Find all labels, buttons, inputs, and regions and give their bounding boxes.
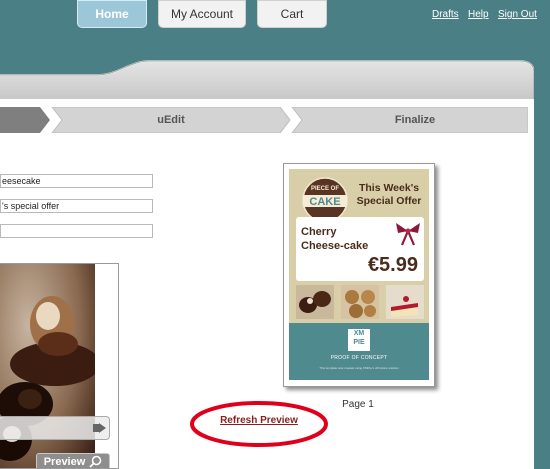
preview-image-button[interactable]: Preview xyxy=(36,453,110,468)
svg-text:CAKE: CAKE xyxy=(309,196,340,208)
ribbon-bow-icon xyxy=(396,223,420,246)
price-box: Cherry Cheese-cake €5.99 xyxy=(296,217,424,281)
right-margin xyxy=(534,59,550,469)
step-current xyxy=(0,107,50,133)
preview-product: Cherry Cheese-cake xyxy=(301,226,369,252)
next-arrow-icon[interactable] xyxy=(99,423,106,433)
svg-text:PIECE OF: PIECE OF xyxy=(311,186,339,192)
document-preview[interactable]: PIECE OF CAKE This Week's Special Offer … xyxy=(283,163,435,387)
panel-header-curve xyxy=(0,60,534,99)
preview-footer: XM PIE PROOF OF CONCEPT This template wa… xyxy=(289,323,429,380)
product-name-field[interactable]: eesecake xyxy=(0,174,153,188)
image-selector[interactable]: Preview xyxy=(0,263,119,469)
home-tab[interactable]: Home xyxy=(77,0,147,28)
preview-headline: This Week's Special Offer xyxy=(356,182,422,207)
next-arrow-stem xyxy=(93,424,99,432)
sign-out-link[interactable]: Sign Out xyxy=(498,9,537,20)
dessert-thumbnails xyxy=(296,285,424,319)
footer-small-print: This template was created using XMPie's … xyxy=(319,366,399,370)
drafts-link[interactable]: Drafts xyxy=(432,9,459,20)
preview-price: €5.99 xyxy=(367,254,418,276)
refresh-preview-link[interactable]: Refresh Preview xyxy=(189,415,329,426)
magnifier-icon xyxy=(89,455,102,468)
preview-image-label: Preview xyxy=(43,455,86,468)
footer-caption: PROOF OF CONCEPT xyxy=(330,355,388,361)
help-link[interactable]: Help xyxy=(468,9,489,20)
my-account-tab[interactable]: My Account xyxy=(158,0,246,28)
image-nav-bar xyxy=(0,416,110,440)
step-uedit[interactable]: uEdit xyxy=(62,107,280,133)
xmpie-logo: XM PIE xyxy=(348,329,370,351)
extra-text-field[interactable] xyxy=(0,224,153,238)
headline-field[interactable]: 's special offer xyxy=(0,199,153,213)
cart-tab[interactable]: Cart xyxy=(257,0,327,28)
step-finalize[interactable]: Finalize xyxy=(302,107,528,133)
